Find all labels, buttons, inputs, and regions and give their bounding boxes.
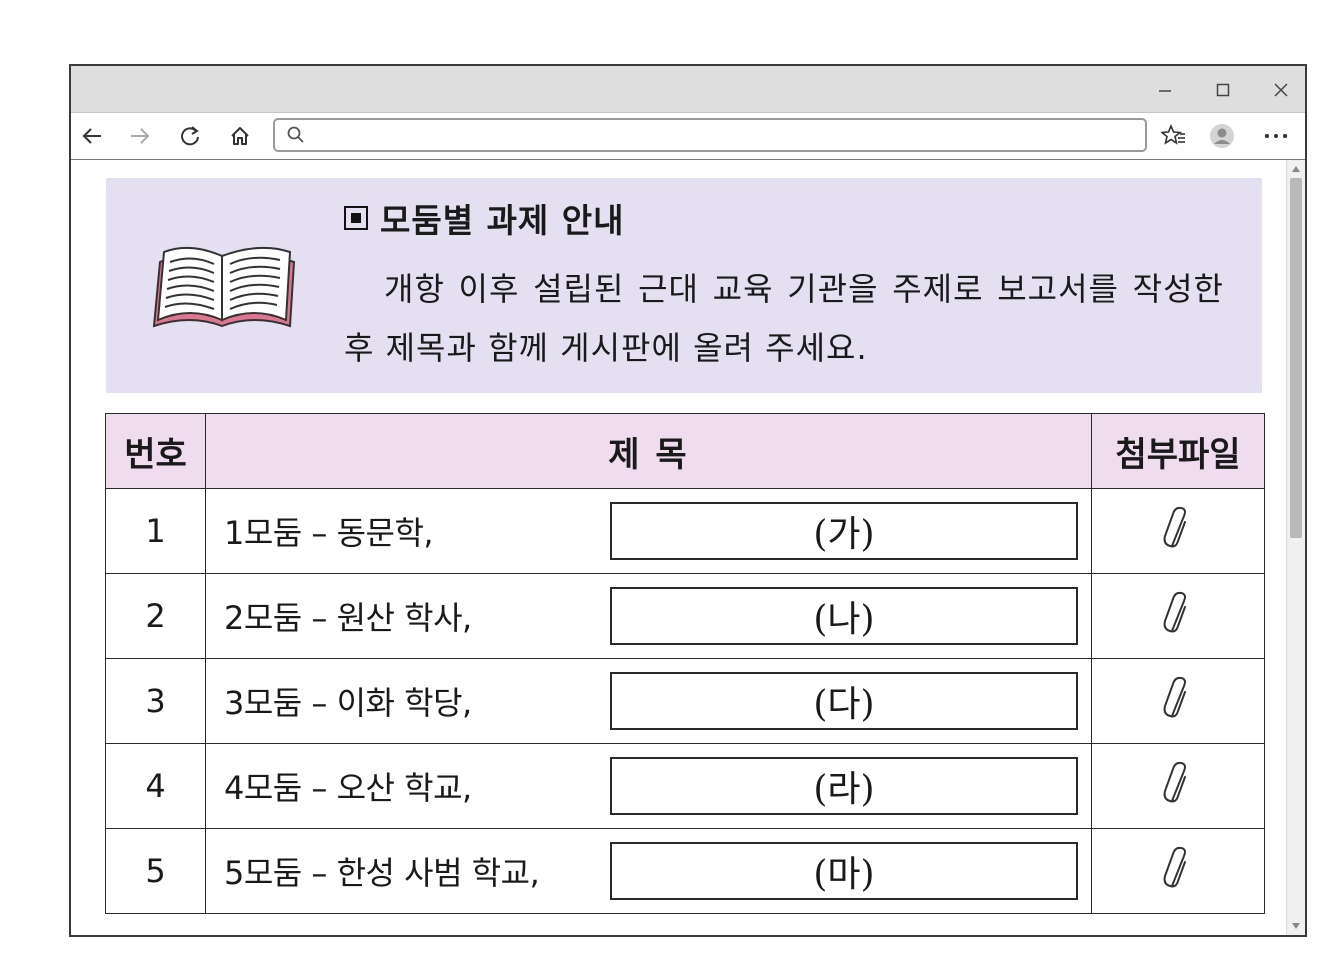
open-book-icon xyxy=(152,246,296,328)
paperclip-icon[interactable] xyxy=(1163,761,1193,811)
paperclip-icon[interactable] xyxy=(1163,676,1193,726)
paperclip-icon[interactable] xyxy=(1163,846,1193,896)
table-row: 3 3모둠 – 이화 학당, (다) xyxy=(105,658,1265,744)
attachment-cell xyxy=(1091,658,1265,744)
row-title-cell: 3모둠 – 이화 학당, (다) xyxy=(205,658,1092,744)
address-bar[interactable] xyxy=(273,118,1147,152)
table-row: 2 2모둠 – 원산 학사, (나) xyxy=(105,573,1265,659)
notice-body: 개항 이후 설립된 근대 교육 기관을 주제로 보고서를 작성한 후 제목과 함… xyxy=(344,270,1224,367)
answer-field[interactable]: (라) xyxy=(610,757,1078,815)
scroll-thumb[interactable] xyxy=(1290,178,1302,538)
row-number: 4 xyxy=(105,743,206,829)
paperclip-icon[interactable] xyxy=(1163,591,1193,641)
header-number: 번호 xyxy=(105,413,206,489)
answer-field[interactable]: (나) xyxy=(610,587,1078,645)
row-title: 2모둠 – 원산 학사, xyxy=(224,599,472,637)
scroll-down-icon[interactable] xyxy=(1287,919,1305,933)
page-content: 모둠별 과제 안내 개항 이후 설립된 근대 교육 기관을 주제로 보고서를 작… xyxy=(71,160,1287,935)
header-title: 제 목 xyxy=(205,413,1092,489)
row-title-cell: 4모둠 – 오산 학교, (라) xyxy=(205,743,1092,829)
square-bullet-icon xyxy=(344,206,368,230)
maximize-icon[interactable] xyxy=(1209,76,1237,104)
attachment-cell xyxy=(1091,488,1265,574)
table-header-row: 번호 제 목 첨부파일 xyxy=(105,413,1265,489)
row-title-cell: 5모둠 – 한성 사범 학교, (마) xyxy=(205,828,1092,914)
search-icon xyxy=(287,126,305,148)
attachment-cell xyxy=(1091,828,1265,914)
row-title: 4모둠 – 오산 학교, xyxy=(224,769,472,807)
close-icon[interactable] xyxy=(1267,76,1295,104)
row-title-cell: 1모둠 – 동문학, (가) xyxy=(205,488,1092,574)
row-title: 1모둠 – 동문학, xyxy=(224,514,434,552)
row-title: 5모둠 – 한성 사범 학교, xyxy=(224,854,540,892)
favorites-star-icon[interactable] xyxy=(1159,122,1189,150)
row-number: 2 xyxy=(105,573,206,659)
row-number: 3 xyxy=(105,658,206,744)
address-input[interactable] xyxy=(315,123,1139,149)
task-table: 번호 제 목 첨부파일 1 1모둠 – 동문학, (가) 2 2모둠 – 원산 학사, (… xyxy=(105,413,1265,914)
title-bar xyxy=(71,66,1305,113)
table-row: 1 1모둠 – 동문학, (가) xyxy=(105,488,1265,574)
answer-field[interactable]: (다) xyxy=(610,672,1078,730)
table-row: 5 5모둠 – 한성 사범 학교, (마) xyxy=(105,828,1265,914)
attachment-cell xyxy=(1091,573,1265,659)
scroll-up-icon[interactable] xyxy=(1287,162,1305,176)
row-title: 3모둠 – 이화 학당, xyxy=(224,684,472,722)
table-row: 4 4모둠 – 오산 학교, (라) xyxy=(105,743,1265,829)
scrollbar[interactable] xyxy=(1286,160,1305,935)
notice-title: 모둠별 과제 안내 xyxy=(344,194,625,242)
notice-title-text: 모둠별 과제 안내 xyxy=(380,201,625,240)
more-dots-icon[interactable] xyxy=(1261,122,1291,150)
home-icon[interactable] xyxy=(225,122,255,150)
browser-window: 모둠별 과제 안내 개항 이후 설립된 근대 교육 기관을 주제로 보고서를 작… xyxy=(69,64,1307,937)
forward-arrow-icon[interactable] xyxy=(125,122,155,150)
row-title-cell: 2모둠 – 원산 학사, (나) xyxy=(205,573,1092,659)
answer-field[interactable]: (가) xyxy=(610,502,1078,560)
answer-field[interactable]: (마) xyxy=(610,842,1078,900)
paperclip-icon[interactable] xyxy=(1163,506,1193,556)
refresh-icon[interactable] xyxy=(175,122,205,150)
row-number: 5 xyxy=(105,828,206,914)
back-arrow-icon[interactable] xyxy=(77,122,107,150)
notice-box: 모둠별 과제 안내 개항 이후 설립된 근대 교육 기관을 주제로 보고서를 작… xyxy=(106,178,1262,393)
minimize-icon[interactable] xyxy=(1151,76,1179,104)
header-attachment: 첨부파일 xyxy=(1091,413,1265,489)
browser-toolbar xyxy=(71,113,1305,160)
attachment-cell xyxy=(1091,743,1265,829)
row-number: 1 xyxy=(105,488,206,574)
profile-icon[interactable] xyxy=(1207,122,1237,150)
